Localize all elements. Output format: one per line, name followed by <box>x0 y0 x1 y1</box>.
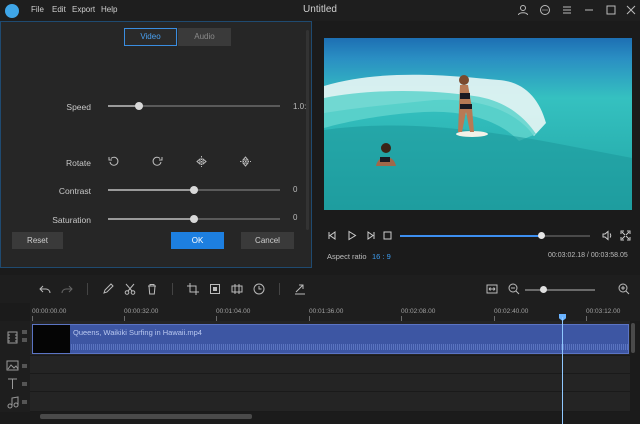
saturation-slider-fill <box>108 218 194 220</box>
music-track <box>30 392 630 412</box>
tab-audio[interactable]: Audio <box>178 28 231 46</box>
clip-name: Queens, Waikiki Surfing in Hawaii.mp4 <box>73 328 202 337</box>
speed-value: 1.0: <box>293 102 307 111</box>
rotate-label: Rotate <box>65 158 91 168</box>
ruler-label: 00:01:36.00 <box>309 308 344 315</box>
track-mute-icon[interactable] <box>22 338 27 342</box>
text-track <box>30 374 630 392</box>
redo-icon[interactable] <box>61 283 73 295</box>
duration-icon[interactable] <box>253 283 265 295</box>
flip-vertical-icon[interactable] <box>240 156 251 167</box>
chat-icon[interactable] <box>539 4 551 16</box>
cut-icon[interactable] <box>124 283 136 295</box>
edit-icon[interactable] <box>102 283 114 295</box>
zoom-in-icon[interactable] <box>618 283 630 295</box>
volume-icon[interactable] <box>602 230 613 241</box>
ruler-label: 00:00:00.00 <box>32 308 67 315</box>
contrast-label: Contrast <box>58 186 91 196</box>
reset-button[interactable]: Reset <box>12 232 63 249</box>
clip-waveform <box>71 344 628 350</box>
track-lock-icon[interactable] <box>22 330 27 334</box>
cancel-button[interactable]: Cancel <box>241 232 294 249</box>
zoom-slider[interactable] <box>525 289 595 291</box>
saturation-slider-knob[interactable] <box>190 215 198 223</box>
ruler-label: 00:01:04.00 <box>216 308 251 315</box>
share-icon[interactable] <box>294 283 306 295</box>
ruler-label: 00:02:08.00 <box>401 308 436 315</box>
music-track-icon <box>7 396 19 409</box>
video-track-icon <box>7 331 18 344</box>
rotate-right-icon[interactable] <box>152 156 163 167</box>
video-preview[interactable] <box>324 38 632 210</box>
seek-bar-knob[interactable] <box>538 232 545 239</box>
tab-video[interactable]: Video <box>124 28 177 46</box>
text-track-icon <box>8 378 17 389</box>
maximize-icon[interactable] <box>605 4 617 16</box>
ruler-label: 00:03:12.00 <box>586 308 621 315</box>
freeze-frame-icon[interactable] <box>231 283 243 295</box>
flip-horizontal-icon[interactable] <box>196 156 207 167</box>
image-track <box>30 356 630 374</box>
user-icon[interactable] <box>517 4 529 16</box>
rotate-left-icon[interactable] <box>108 156 119 167</box>
menu-icon[interactable] <box>561 4 573 16</box>
horizontal-scrollbar[interactable] <box>40 414 252 419</box>
video-clip[interactable]: Queens, Waikiki Surfing in Hawaii.mp4 <box>32 324 629 354</box>
image-track-icon <box>6 360 19 371</box>
ruler-label: 00:02:40.00 <box>494 308 529 315</box>
seek-bar-progress <box>400 235 541 237</box>
play-icon[interactable] <box>346 230 357 241</box>
mosaic-icon[interactable] <box>209 283 221 295</box>
aspect-ratio-value[interactable]: 16 : 9 <box>372 252 391 261</box>
close-icon[interactable] <box>625 4 637 16</box>
toolbar-separator <box>87 283 88 295</box>
contrast-slider-fill <box>108 189 194 191</box>
track-lock-icon[interactable] <box>22 364 27 368</box>
ruler-label: 00:00:32.00 <box>124 308 159 315</box>
saturation-label: Saturation <box>52 215 91 225</box>
undo-icon[interactable] <box>39 283 51 295</box>
track-lock-icon[interactable] <box>22 382 27 386</box>
fit-timeline-icon[interactable] <box>486 283 498 295</box>
toolbar-separator <box>279 283 280 295</box>
previous-frame-icon[interactable] <box>327 230 338 241</box>
speed-label: Speed <box>66 102 91 112</box>
contrast-slider-knob[interactable] <box>190 186 198 194</box>
zoom-out-icon[interactable] <box>508 283 520 295</box>
delete-icon[interactable] <box>146 283 158 295</box>
edit-panel <box>0 21 312 268</box>
crop-icon[interactable] <box>187 283 199 295</box>
aspect-ratio-label: Aspect ratio <box>327 252 367 261</box>
minimize-icon[interactable] <box>583 4 595 16</box>
speed-slider-knob[interactable] <box>135 102 143 110</box>
toolbar-separator <box>172 283 173 295</box>
vertical-scrollbar[interactable] <box>631 323 635 353</box>
surfing-scene-image <box>324 38 632 210</box>
track-lock-icon[interactable] <box>22 400 27 404</box>
playhead[interactable] <box>562 317 563 424</box>
contrast-value: 0 <box>293 185 298 194</box>
ok-button[interactable]: OK <box>171 232 224 249</box>
fullscreen-icon[interactable] <box>620 230 631 241</box>
stop-icon[interactable] <box>382 230 393 241</box>
time-readout: 00:03:02.18 / 00:03:58.05 <box>548 252 628 259</box>
clip-thumbnail <box>33 325 70 353</box>
panel-divider <box>0 268 640 274</box>
panel-scrollbar[interactable] <box>306 30 309 230</box>
next-frame-icon[interactable] <box>365 230 376 241</box>
saturation-value: 0 <box>293 213 298 222</box>
zoom-slider-knob[interactable] <box>540 286 547 293</box>
